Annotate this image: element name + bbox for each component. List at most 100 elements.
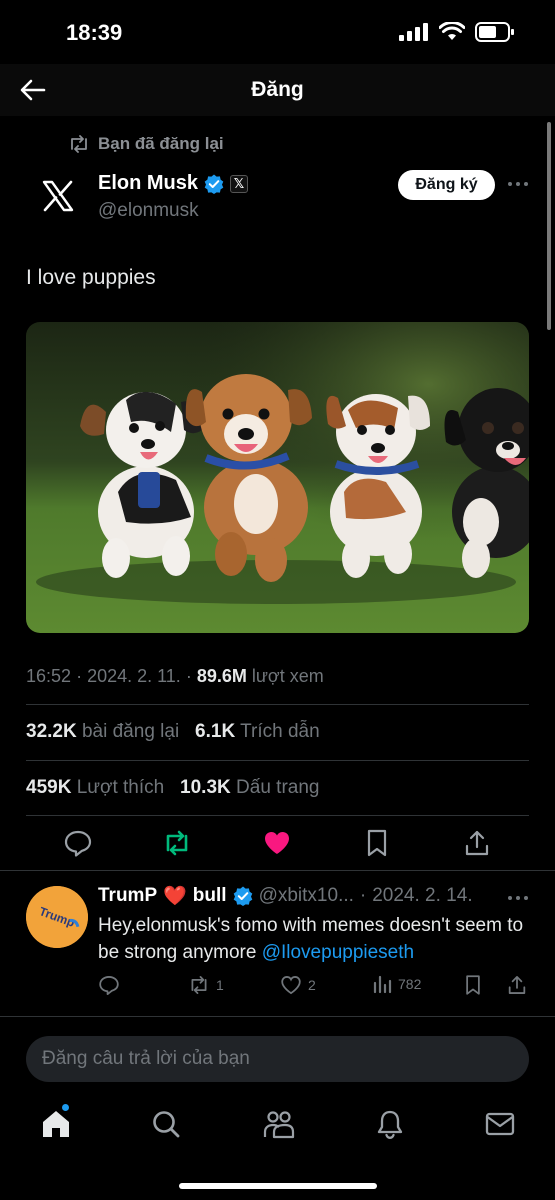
reply-share-button[interactable]: [506, 974, 528, 996]
home-icon: [43, 1111, 69, 1137]
post-meta: 16:52 · 2024. 2. 11. · 89.6M lượt xem: [26, 666, 324, 686]
author-handle[interactable]: @elonmusk: [98, 200, 199, 222]
likes-stat[interactable]: 459K Lượt thích: [26, 777, 164, 798]
repost-button[interactable]: [162, 828, 192, 858]
reply-repost-count: 1: [216, 977, 224, 993]
tab-notifications[interactable]: [374, 1108, 406, 1140]
repost-count: 32.2K: [26, 721, 77, 742]
reply-author-name[interactable]: TrumP: [98, 885, 157, 907]
more-options-button[interactable]: [506, 172, 530, 196]
reply-date: 2024. 2. 14.: [372, 885, 473, 906]
reply-handle[interactable]: @xbitx10...: [259, 885, 354, 907]
reply-avatar[interactable]: Trump: [26, 886, 88, 948]
reply-views-button[interactable]: 782: [372, 974, 421, 994]
reply-text: Hey,elonmusk's fomo with memes doesn't s…: [98, 912, 538, 966]
repost-icon: [191, 976, 207, 994]
share-icon: [508, 976, 526, 994]
tab-search[interactable]: [150, 1108, 182, 1140]
divider: [26, 704, 529, 705]
reply-bookmark-button[interactable]: [462, 974, 484, 996]
stats-likes-row: 459K Lượt thích 10.3K Dấu trang: [26, 777, 319, 799]
status-icons: [399, 22, 515, 42]
quote-count: 6.1K: [195, 721, 236, 742]
tab-messages[interactable]: [484, 1108, 516, 1140]
like-count-label: Lượt thích: [76, 777, 165, 798]
repost-label: Bạn đã đăng lại: [98, 134, 224, 153]
quotes-stat[interactable]: 6.1K Trích dẫn: [195, 721, 320, 742]
home-notification-dot: [62, 1104, 69, 1111]
reply-author-name-suffix[interactable]: bull: [193, 885, 227, 907]
subscribe-button[interactable]: Đăng ký: [398, 170, 495, 200]
reply-composer-input[interactable]: Đăng câu trả lời của bạn: [26, 1036, 529, 1082]
like-count: 459K: [26, 777, 72, 798]
reply-header: TrumP ❤️ bull @xbitx10... · 2024. 2. 14.: [98, 885, 473, 907]
author-name: Elon Musk: [98, 172, 199, 194]
share-button[interactable]: [462, 828, 492, 858]
repost-active-icon: [166, 830, 188, 856]
reply-button[interactable]: [63, 828, 93, 858]
bottom-tab-bar: [0, 1096, 555, 1166]
heart-icon: [281, 976, 301, 995]
battery-icon: [475, 22, 514, 42]
bookmark-button[interactable]: [362, 828, 392, 858]
status-time: 18:39: [66, 20, 123, 45]
affiliate-x-badge-icon: 𝕏: [230, 174, 249, 193]
tab-home[interactable]: [40, 1108, 72, 1140]
stats-reposts-row: 32.2K bài đăng lại 6.1K Trích dẫn: [26, 721, 320, 743]
reply-like-button[interactable]: 2: [280, 974, 316, 996]
reply-icon: [99, 976, 119, 996]
bookmark-count-label: Dấu trang: [236, 777, 320, 798]
quote-count-label: Trích dẫn: [240, 721, 320, 742]
reply-avatar-image: Trump: [26, 886, 88, 948]
divider: [26, 815, 529, 816]
reposts-stat[interactable]: 32.2K bài đăng lại: [26, 721, 179, 742]
home-indicator: [179, 1183, 377, 1189]
heart-filled-icon: [265, 832, 289, 854]
reply-view-count: 782: [398, 976, 422, 992]
x-logo-icon: [42, 180, 74, 212]
repost-indicator: Bạn đã đăng lại: [68, 134, 224, 154]
verified-badge-icon: [233, 886, 252, 906]
more-dots-icon: [508, 896, 528, 900]
post-action-bar: [26, 828, 529, 860]
verified-badge-icon: [204, 174, 224, 194]
bookmarks-stat[interactable]: 10.3K Dấu trang: [180, 777, 319, 798]
reply-like-count: 2: [308, 977, 316, 993]
post-text: I love puppies: [26, 266, 156, 289]
mail-icon: [485, 1112, 515, 1136]
view-count: 89.6M: [196, 666, 247, 686]
author-name-row[interactable]: Elon Musk 𝕏: [98, 172, 249, 195]
repost-count-label: bài đăng lại: [81, 721, 180, 742]
bell-icon: [377, 1110, 403, 1139]
author-avatar[interactable]: [34, 172, 82, 220]
status-bar: 18:39: [0, 0, 555, 64]
puppies-photo: [26, 322, 529, 633]
post-image[interactable]: [26, 322, 529, 633]
view-label: lượt xem: [251, 666, 324, 686]
tab-communities[interactable]: [262, 1108, 295, 1140]
reply-mention-link[interactable]: @Ilovepuppieseth: [262, 942, 414, 963]
like-button[interactable]: [262, 828, 292, 858]
wifi-icon: [439, 22, 465, 40]
search-icon: [153, 1111, 180, 1138]
divider: [26, 760, 529, 761]
bookmark-count: 10.3K: [180, 777, 231, 798]
header: Đăng: [0, 64, 555, 116]
share-icon: [465, 830, 489, 856]
post-date: 2024. 2. 11.: [87, 666, 181, 686]
bookmark-icon: [367, 829, 387, 857]
divider: [0, 1016, 555, 1017]
scrollbar[interactable]: [547, 122, 551, 330]
page-title: Đăng: [251, 78, 304, 101]
post-time: 16:52: [26, 666, 72, 686]
repost-icon: [71, 135, 87, 153]
reply-action-bar: 1 2 782: [98, 974, 528, 998]
bookmark-icon: [466, 975, 480, 995]
reply-repost-button[interactable]: 1: [188, 974, 224, 996]
reply-reply-button[interactable]: [98, 974, 120, 996]
more-dots-icon: [508, 182, 528, 186]
reply-icon: [64, 830, 92, 857]
reply-name-emoji: ❤️: [163, 886, 187, 907]
divider: [0, 870, 555, 871]
reply-more-button[interactable]: [506, 886, 530, 910]
